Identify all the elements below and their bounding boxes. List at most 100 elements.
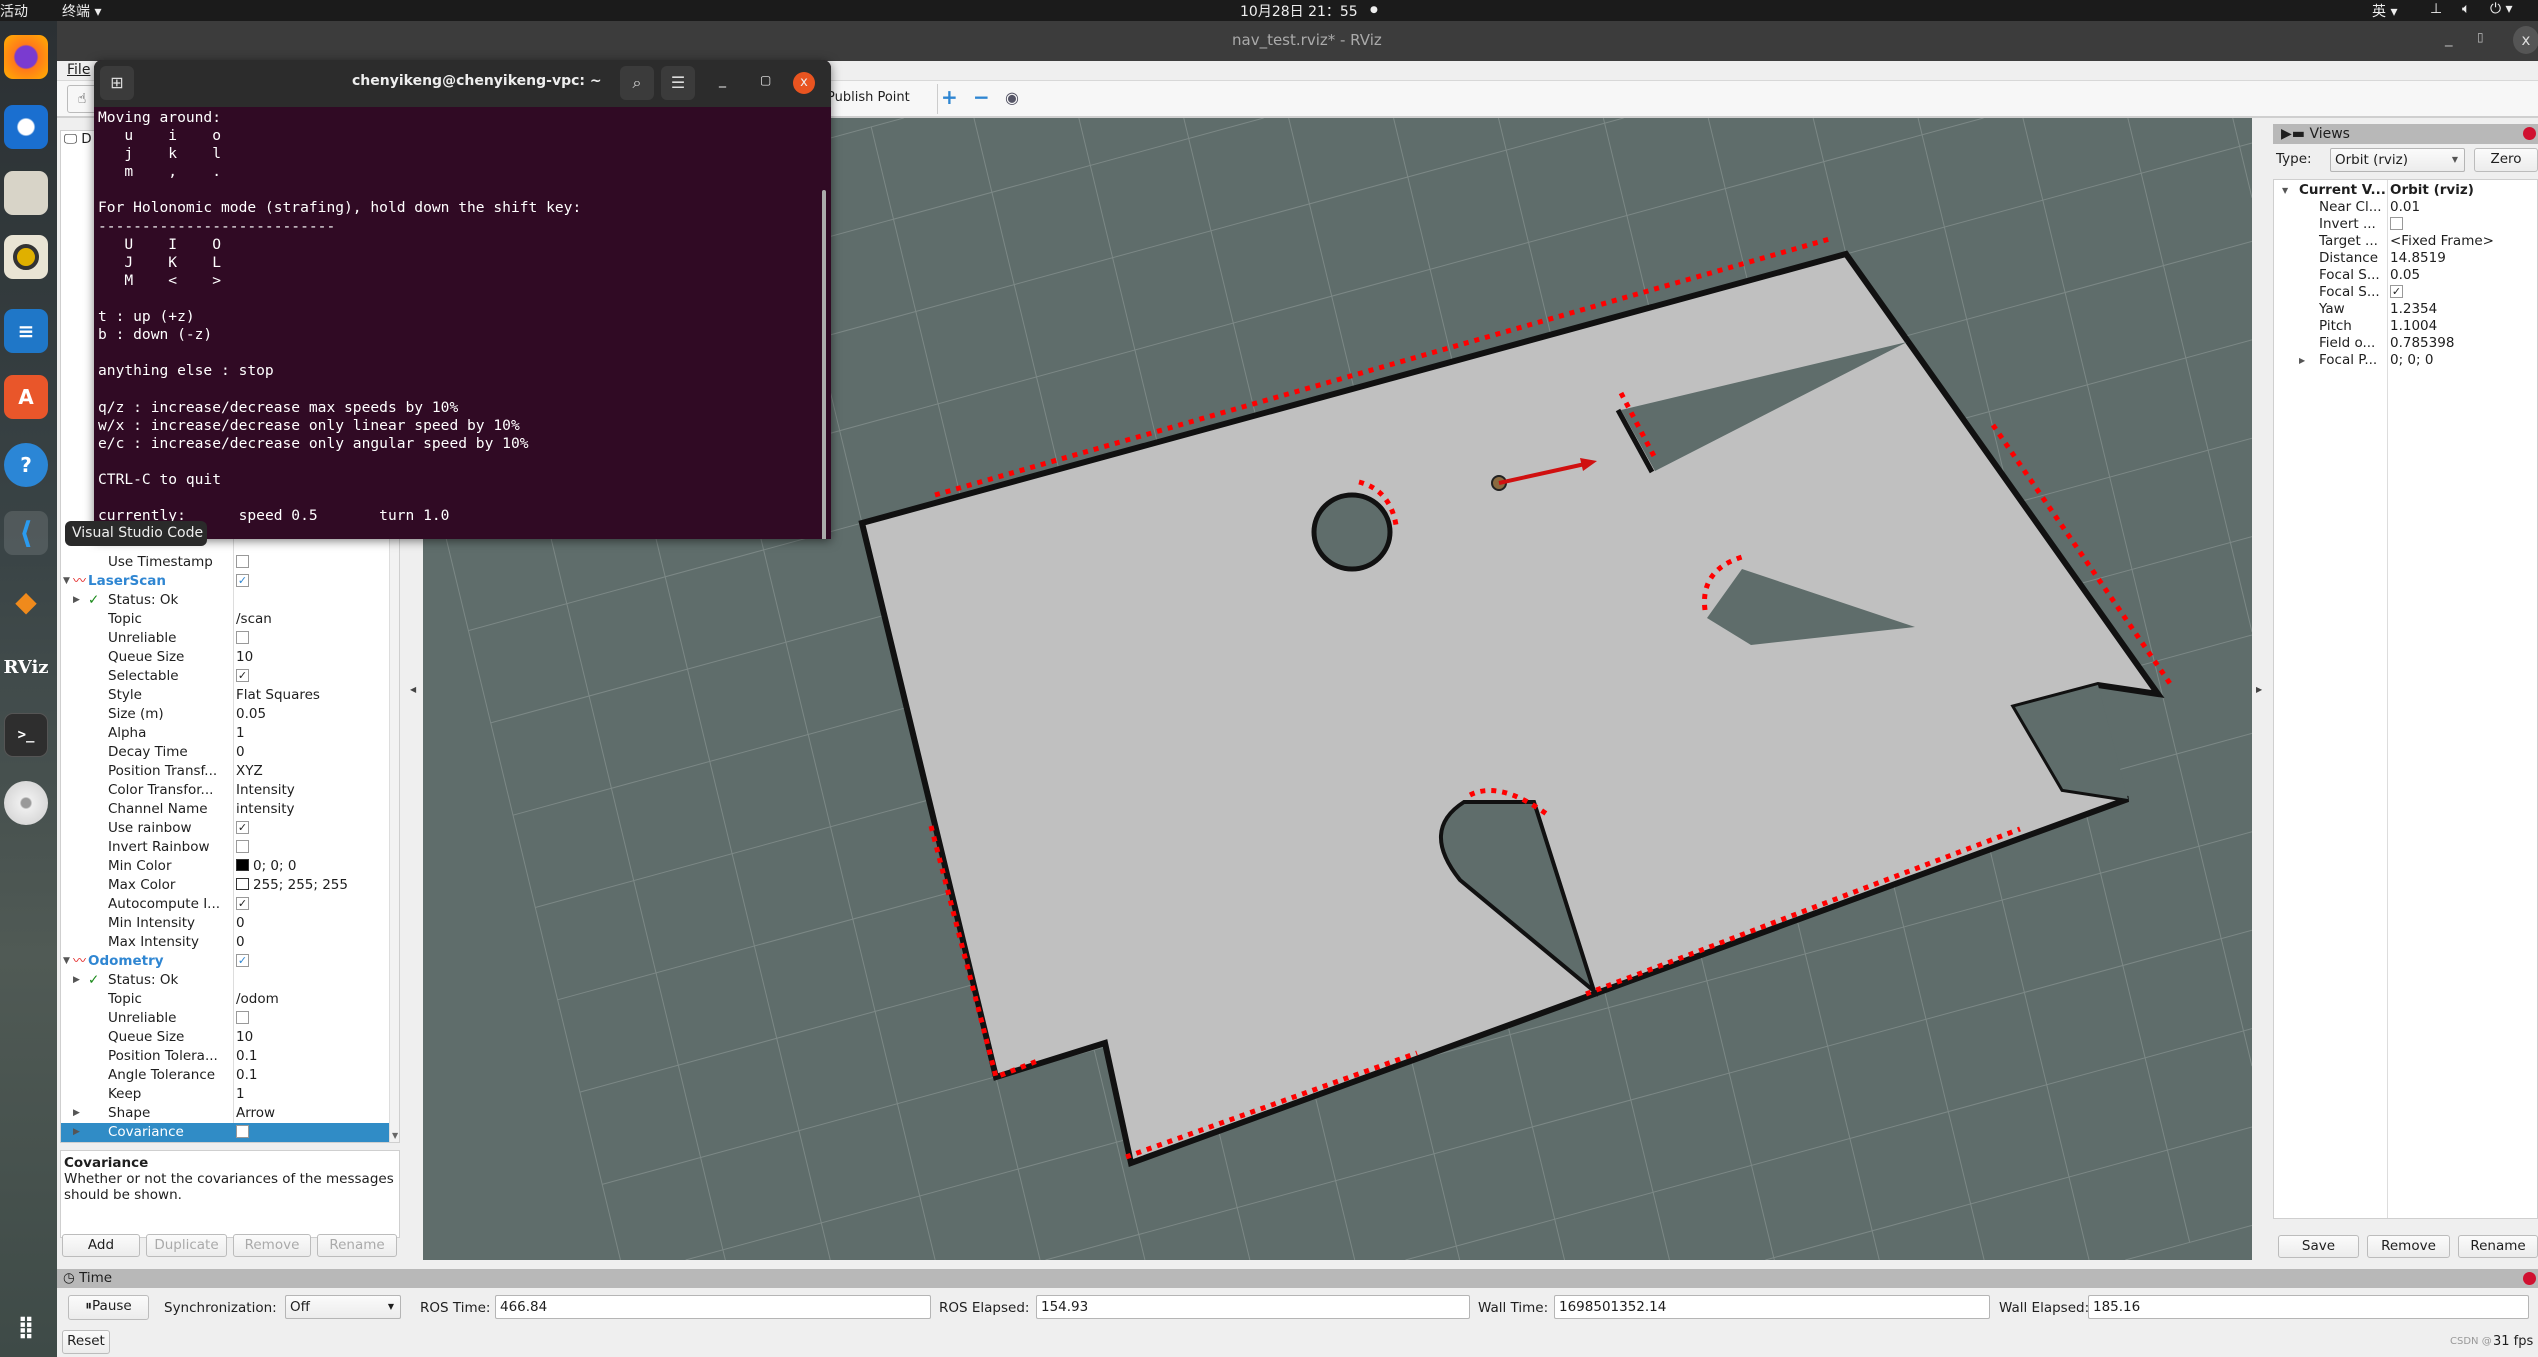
views-tree[interactable]: ▼ Current V... Orbit (rviz) Near Cl... 0.01 I… bbox=[2273, 179, 2538, 1219]
view-property-row[interactable]: Focal S... ✓ bbox=[2274, 284, 2538, 301]
property-row[interactable]: Autocompute I... ✓ bbox=[61, 895, 389, 914]
checkbox[interactable]: ✓ bbox=[236, 953, 249, 967]
network-icon[interactable]: ⊥ bbox=[2430, 1, 2442, 17]
view-type-select[interactable]: Orbit (rviz) ▼ bbox=[2330, 148, 2465, 172]
checkbox[interactable] bbox=[236, 1010, 249, 1024]
minimize-icon[interactable]: _ bbox=[719, 72, 726, 88]
wall-elapsed-field[interactable]: 185.16 bbox=[2088, 1295, 2529, 1319]
color-swatch[interactable] bbox=[236, 878, 249, 890]
camera-view-icon[interactable]: ◉ bbox=[1005, 88, 1019, 107]
save-view-button[interactable]: Save bbox=[2278, 1235, 2359, 1258]
property-row[interactable]: Position Transf... XYZ bbox=[61, 762, 389, 781]
expander-icon[interactable]: ▶ bbox=[73, 1104, 80, 1123]
property-row[interactable]: Decay Time 0 bbox=[61, 743, 389, 762]
zero-button[interactable]: Zero bbox=[2474, 148, 2538, 172]
row-value[interactable]: Arrow bbox=[236, 1105, 275, 1121]
property-row[interactable]: Use rainbow ✓ bbox=[61, 819, 389, 838]
thunderbird-icon[interactable] bbox=[4, 105, 48, 149]
row-value[interactable]: 0.1 bbox=[236, 1048, 257, 1064]
view-property-row[interactable]: Focal S... 0.05 bbox=[2274, 267, 2538, 284]
expander-icon[interactable]: ▶ bbox=[73, 1123, 80, 1142]
rename-display-button[interactable]: Rename bbox=[317, 1234, 397, 1257]
new-tab-icon[interactable]: ⊞ bbox=[100, 66, 134, 100]
app-center-icon[interactable]: A bbox=[4, 375, 48, 419]
checkbox[interactable] bbox=[236, 1124, 249, 1138]
app-menu-terminal[interactable]: 终端 ▾ bbox=[62, 1, 101, 21]
close-icon[interactable]: x bbox=[793, 72, 815, 94]
property-row[interactable]: Unreliable bbox=[61, 629, 389, 648]
firefox-icon[interactable] bbox=[4, 35, 48, 79]
pause-button[interactable]: ⏸Pause bbox=[68, 1295, 149, 1320]
publish-point-tool[interactable]: Publish Point bbox=[827, 90, 910, 105]
property-row[interactable]: Queue Size 10 bbox=[61, 648, 389, 667]
input-method-menu[interactable]: 英 ▾ bbox=[2372, 1, 2397, 21]
row-value[interactable]: 0 bbox=[236, 934, 245, 950]
clock[interactable]: 10月28日 21：55 bbox=[1240, 1, 1358, 21]
row-value[interactable]: /scan bbox=[236, 611, 272, 627]
checkbox[interactable] bbox=[236, 630, 249, 644]
maximize-button[interactable]: ▯ bbox=[2477, 30, 2484, 44]
row-value[interactable]: 0; 0; 0 bbox=[253, 858, 296, 874]
checkbox[interactable]: ✓ bbox=[236, 573, 249, 587]
checkbox[interactable]: ✓ bbox=[2390, 284, 2403, 298]
property-row[interactable]: Angle Tolerance 0.1 bbox=[61, 1066, 389, 1085]
row-value[interactable]: 0.05 bbox=[236, 706, 266, 722]
property-row[interactable]: Size (m) 0.05 bbox=[61, 705, 389, 724]
expander-icon[interactable]: ▼ bbox=[2282, 182, 2288, 199]
add-display-button[interactable]: Add bbox=[62, 1234, 140, 1257]
property-row[interactable]: Unreliable bbox=[61, 1009, 389, 1028]
view-property-row[interactable]: Invert ... bbox=[2274, 216, 2538, 233]
vscode-icon[interactable]: ⟨ bbox=[4, 511, 48, 555]
duplicate-display-button[interactable]: Duplicate bbox=[146, 1234, 227, 1257]
row-value[interactable]: 1.2354 bbox=[2390, 301, 2437, 318]
property-row[interactable]: Invert Rainbow bbox=[61, 838, 389, 857]
property-row[interactable]: Use Timestamp bbox=[61, 553, 389, 572]
expander-icon[interactable]: ▼ bbox=[63, 572, 70, 591]
view-property-row[interactable]: Near Cl... 0.01 bbox=[2274, 199, 2538, 216]
row-value[interactable]: /odom bbox=[236, 991, 279, 1007]
checkbox[interactable] bbox=[236, 839, 249, 853]
terminal-icon[interactable]: >_ bbox=[4, 713, 48, 757]
help-icon[interactable]: ? bbox=[4, 443, 48, 487]
3d-box-app-icon[interactable]: ◆ bbox=[4, 579, 48, 623]
libreoffice-writer-icon[interactable]: ≡ bbox=[4, 309, 48, 353]
property-row[interactable]: Position Tolera... 0.1 bbox=[61, 1047, 389, 1066]
view-property-row[interactable]: Target ... <Fixed Frame> bbox=[2274, 233, 2538, 250]
row-value[interactable]: 0.785398 bbox=[2390, 335, 2454, 352]
property-row[interactable]: Min Color 0; 0; 0 bbox=[61, 857, 389, 876]
expander-icon[interactable]: ▼ bbox=[63, 952, 70, 971]
color-swatch[interactable] bbox=[236, 859, 249, 871]
row-value[interactable]: 0.1 bbox=[236, 1067, 257, 1083]
terminal-scrollbar[interactable] bbox=[822, 190, 826, 539]
row-value[interactable]: XYZ bbox=[236, 763, 263, 779]
dvd-icon[interactable] bbox=[4, 781, 48, 825]
right-splitter-handle[interactable]: ▶ bbox=[2256, 685, 2262, 694]
minimize-button[interactable]: _ bbox=[2445, 29, 2453, 47]
terminal-window[interactable]: ⊞ chenyikeng@chenyikeng-vpc: ~ ⌕ ☰ _ ▢ x… bbox=[94, 60, 831, 539]
property-row[interactable]: Keep 1 bbox=[61, 1085, 389, 1104]
row-value[interactable]: 1 bbox=[236, 1086, 245, 1102]
row-value[interactable]: Intensity bbox=[236, 782, 295, 798]
display-item[interactable]: ▼ 〰 Odometry ✓ bbox=[61, 952, 389, 971]
row-value[interactable]: 1.1004 bbox=[2390, 318, 2437, 335]
view-property-row[interactable]: Distance 14.8519 bbox=[2274, 250, 2538, 267]
display-item[interactable]: ▼ 〰 LaserScan ✓ bbox=[61, 572, 389, 591]
synchronization-select[interactable]: Off ▼ bbox=[285, 1295, 401, 1319]
close-time-panel-icon[interactable] bbox=[2523, 1272, 2536, 1285]
wall-time-field[interactable]: 1698501352.14 bbox=[1554, 1295, 1990, 1319]
property-row[interactable]: Max Intensity 0 bbox=[61, 933, 389, 952]
row-value[interactable]: 0.05 bbox=[2390, 267, 2420, 284]
volume-icon[interactable]: 🔈︎ bbox=[2462, 1, 2470, 17]
checkbox[interactable] bbox=[236, 554, 249, 568]
rhythmbox-icon[interactable] bbox=[4, 235, 48, 279]
expander-icon[interactable]: ▶ bbox=[73, 591, 80, 610]
property-row[interactable]: Channel Name intensity bbox=[61, 800, 389, 819]
property-row[interactable]: ▶ Covariance bbox=[61, 1123, 389, 1142]
row-value[interactable]: intensity bbox=[236, 801, 295, 817]
remove-view-button[interactable]: Remove bbox=[2367, 1235, 2450, 1258]
row-value[interactable]: 0 bbox=[236, 744, 245, 760]
ros-time-field[interactable]: 466.84 bbox=[495, 1295, 931, 1319]
row-value[interactable]: 10 bbox=[236, 649, 253, 665]
property-row[interactable]: Queue Size 10 bbox=[61, 1028, 389, 1047]
row-value[interactable]: 1 bbox=[236, 725, 245, 741]
